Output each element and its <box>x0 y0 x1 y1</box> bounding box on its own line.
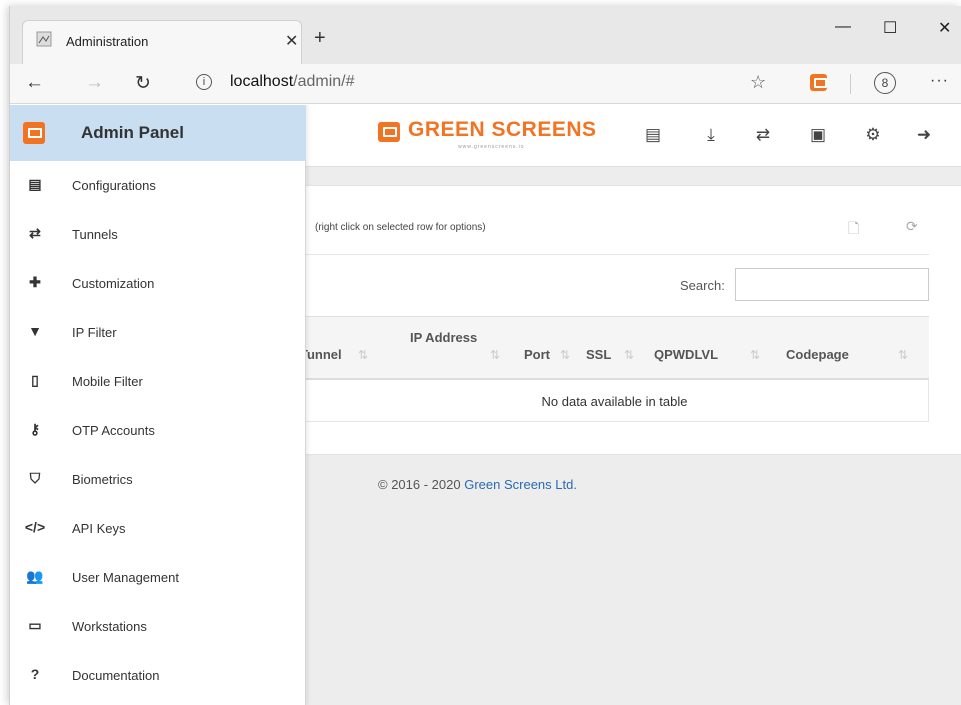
refresh-table-icon[interactable]: ⟳ <box>906 218 918 235</box>
page: GREEN SCREENS www.greenscreens.io ▤ ⤓ ⇄ … <box>10 105 961 705</box>
sidebar-item-label: IP Filter <box>72 325 117 340</box>
sidebar-item-label: Documentation <box>72 668 160 683</box>
sort-icon[interactable]: ⇅ <box>898 348 908 362</box>
copyright-text: © 2016 - 2020 <box>378 477 461 492</box>
settings-icon[interactable]: ⚙ <box>862 125 884 145</box>
address-bar-row: ← → ↻ i localhost/admin/# ☆ 8 ··· <box>10 64 961 104</box>
desktop-icon: ▭ <box>28 617 42 633</box>
refresh-icon[interactable]: ↻ <box>135 72 151 95</box>
close-tab-icon[interactable]: ✕ <box>285 31 298 51</box>
divider <box>305 254 929 255</box>
shield-icon: ⛉ <box>29 470 41 486</box>
sidebar-item-configurations[interactable]: ▤ Configurations <box>10 161 306 210</box>
sidebar-item-user-management[interactable]: 👥 User Management <box>10 553 306 602</box>
sidebar-header[interactable]: Admin Panel <box>10 105 306 161</box>
puzzle-icon: ✚ <box>29 274 41 290</box>
forward-icon[interactable]: → <box>85 72 104 94</box>
favorite-star-icon[interactable]: ☆ <box>750 72 766 93</box>
sidebar: Admin Panel ▤ Configurations ⇄ Tunnels ✚… <box>10 105 306 705</box>
logo-text: GREEN SCREENS <box>408 118 597 141</box>
sidebar-item-otp-accounts[interactable]: ⚷ OTP Accounts <box>10 406 306 455</box>
column-header-port[interactable]: Port <box>524 347 550 362</box>
url-host: localhost <box>230 73 294 90</box>
users-icon: 👥 <box>26 568 44 584</box>
profile-icon[interactable]: 8 <box>874 72 896 94</box>
browser-tab[interactable]: Administration ✕ <box>22 20 302 64</box>
title-bar: Administration ✕ + — ☐ ✕ <box>10 6 961 64</box>
sort-icon[interactable]: ⇅ <box>560 348 570 362</box>
download-icon[interactable]: ⤓ <box>700 125 722 145</box>
footer: © 2016 - 2020 Green Screens Ltd. <box>378 477 577 492</box>
back-icon[interactable]: ← <box>25 72 44 94</box>
column-header-tunnel[interactable]: Tunnel <box>300 347 342 362</box>
sort-icon[interactable]: ⇅ <box>490 348 500 362</box>
logo-subtext: www.greenscreens.io <box>458 144 525 150</box>
sort-icon[interactable]: ⇅ <box>750 348 760 362</box>
sidebar-item-tunnels[interactable]: ⇄ Tunnels <box>10 210 306 259</box>
column-header-ssl[interactable]: SSL <box>586 347 611 362</box>
sort-icon[interactable]: ⇅ <box>624 348 634 362</box>
column-header-ip-address[interactable]: IP Address <box>410 329 480 347</box>
sidebar-item-mobile-filter[interactable]: ▯ Mobile Filter <box>10 357 306 406</box>
column-header-qpwdlvl[interactable]: QPWDLVL <box>654 347 718 362</box>
sidebar-item-biometrics[interactable]: ⛉ Biometrics <box>10 455 306 504</box>
favicon-icon <box>36 31 52 47</box>
sidebar-item-label: Mobile Filter <box>72 374 143 389</box>
search-input[interactable] <box>735 268 929 301</box>
sidebar-item-documentation[interactable]: ? Documentation <box>10 651 306 700</box>
monitor-icon <box>23 122 45 144</box>
sort-icon[interactable]: ⇅ <box>358 348 368 362</box>
id-card-icon[interactable]: ▣ <box>807 125 829 145</box>
sidebar-item-label: Biometrics <box>72 472 133 487</box>
code-icon: </> <box>24 519 46 535</box>
logo-icon <box>378 122 400 142</box>
sidebar-item-api-keys[interactable]: </> API Keys <box>10 504 306 553</box>
more-menu-icon[interactable]: ··· <box>930 72 949 90</box>
sidebar-item-label: Customization <box>72 276 155 291</box>
sidebar-title: Admin Panel <box>81 123 184 142</box>
sidebar-item-label: Tunnels <box>72 227 118 242</box>
list-icon: ▤ <box>28 176 42 192</box>
mobile-icon: ▯ <box>31 372 39 388</box>
sidebar-item-label: Configurations <box>72 178 156 193</box>
retweet-icon[interactable]: ⇄ <box>752 125 774 145</box>
sidebar-item-customization[interactable]: ✚ Customization <box>10 259 306 308</box>
list-icon[interactable]: ▤ <box>642 125 664 145</box>
address-input[interactable]: localhost/admin/# <box>230 73 355 91</box>
close-window-icon[interactable]: ✕ <box>938 18 951 38</box>
toolbar-separator <box>850 74 851 94</box>
minimize-icon[interactable]: — <box>835 18 851 36</box>
sidebar-item-label: API Keys <box>72 521 126 536</box>
column-header-codepage[interactable]: Codepage <box>786 347 849 362</box>
info-icon[interactable]: i <box>196 74 212 90</box>
new-file-icon[interactable]: 🗋 <box>848 218 859 242</box>
table-header: Tunnel ⇅ IP Address ⇅ Port ⇅ SSL ⇅ QPWDL… <box>300 316 929 380</box>
data-table: Tunnel ⇅ IP Address ⇅ Port ⇅ SSL ⇅ QPWDL… <box>300 316 929 422</box>
tab-title: Administration <box>66 34 149 49</box>
table-empty-row: No data available in table <box>300 380 929 422</box>
empty-message: No data available in table <box>541 394 688 409</box>
sidebar-item-workstations[interactable]: ▭ Workstations <box>10 602 306 651</box>
company-link[interactable]: Green Screens Ltd. <box>464 477 577 492</box>
sidebar-item-label: OTP Accounts <box>72 423 155 438</box>
exchange-icon: ⇄ <box>29 225 41 241</box>
new-tab-icon[interactable]: + <box>314 28 326 48</box>
url-path: /admin/# <box>293 73 355 90</box>
maximize-icon[interactable]: ☐ <box>883 18 897 38</box>
sidebar-item-label: User Management <box>72 570 179 585</box>
logout-icon[interactable]: ➜ <box>913 125 935 145</box>
sidebar-item-ip-filter[interactable]: ▼ IP Filter <box>10 308 306 357</box>
extension-icon[interactable] <box>810 74 827 91</box>
sidebar-item-label: Workstations <box>72 619 147 634</box>
browser-window: Administration ✕ + — ☐ ✕ ← → ↻ i localho… <box>9 6 961 705</box>
question-icon: ? <box>30 666 40 682</box>
hint-text: (right click on selected row for options… <box>315 222 486 233</box>
key-icon: ⚷ <box>29 421 41 437</box>
filter-icon: ▼ <box>28 323 42 339</box>
search-label: Search: <box>680 278 725 293</box>
